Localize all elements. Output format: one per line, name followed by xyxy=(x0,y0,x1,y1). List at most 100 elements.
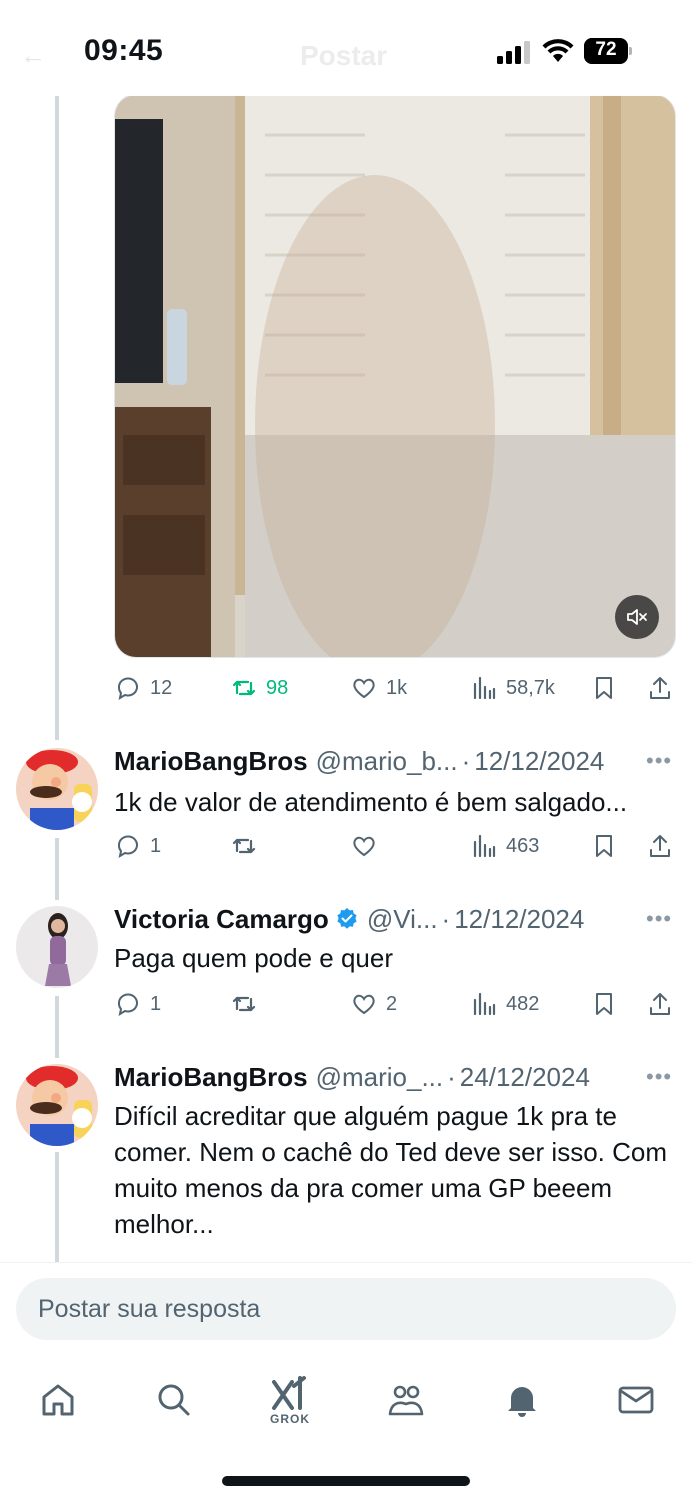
clock: 09:45 xyxy=(84,34,164,67)
reply-tweet[interactable]: MarioBangBros @mario_... · 24/12/2024 ••… xyxy=(0,1060,692,1260)
share-icon xyxy=(650,993,670,1015)
post-actions: 12 98 1k 58,7k xyxy=(114,668,676,708)
battery-icon: 72 xyxy=(584,38,632,64)
analytics-icon xyxy=(473,834,496,858)
analytics-icon xyxy=(473,992,496,1016)
search-icon xyxy=(158,1384,190,1416)
nav-messages[interactable] xyxy=(614,1370,658,1430)
more-options-icon[interactable]: ••• xyxy=(646,1064,672,1090)
bookmark-button[interactable] xyxy=(590,826,618,866)
nav-notifications[interactable] xyxy=(500,1370,544,1430)
reply-icon xyxy=(118,677,138,701)
heart-icon xyxy=(353,836,375,857)
view-count: 482 xyxy=(506,992,540,1015)
repost-count: 98 xyxy=(266,676,289,699)
grok-label: GROK xyxy=(270,1412,310,1426)
like-button[interactable]: 2 xyxy=(350,984,397,1024)
reply-text: Difícil acreditar que alguém pague 1k pr… xyxy=(114,1101,667,1239)
bookmark-icon xyxy=(596,993,612,1015)
repost-icon xyxy=(232,838,256,854)
author-handle[interactable]: @Vi... xyxy=(367,904,438,935)
bookmark-button[interactable] xyxy=(590,668,618,708)
reply-actions: 1 463 xyxy=(114,826,676,866)
more-options-icon[interactable]: ••• xyxy=(646,906,672,932)
like-button[interactable] xyxy=(350,826,378,866)
like-count: 1k xyxy=(386,676,408,699)
reply-count: 12 xyxy=(150,676,173,699)
share-button[interactable] xyxy=(646,668,674,708)
bookmark-button[interactable] xyxy=(590,984,618,1024)
view-count: 58,7k xyxy=(506,676,555,699)
verified-badge-icon xyxy=(337,908,357,929)
back-arrow-icon[interactable]: ← xyxy=(20,40,46,71)
author-name[interactable]: MarioBangBros xyxy=(114,746,308,777)
more-options-icon[interactable]: ••• xyxy=(646,748,672,774)
reply-header: MarioBangBros @mario_... · 24/12/2024 xyxy=(114,1060,634,1094)
separator-dot: · xyxy=(441,903,451,934)
author-handle[interactable]: @mario_b... xyxy=(316,746,458,777)
envelope-icon xyxy=(618,1386,654,1414)
reply-placeholder: Postar sua resposta xyxy=(38,1295,261,1323)
share-button[interactable] xyxy=(646,826,674,866)
timestamp[interactable]: 24/12/2024 xyxy=(460,1062,590,1093)
share-icon xyxy=(650,835,670,857)
reply-icon xyxy=(118,993,138,1017)
battery-percent: 72 xyxy=(595,39,617,60)
repost-button[interactable]: 98 xyxy=(230,668,288,708)
avatar[interactable] xyxy=(16,906,98,988)
communities-icon xyxy=(388,1385,424,1416)
repost-icon xyxy=(232,680,256,696)
separator-dot: · xyxy=(447,1061,456,1092)
post-video[interactable] xyxy=(114,94,676,658)
nav-home[interactable] xyxy=(36,1370,80,1430)
reply-count: 1 xyxy=(150,992,162,1015)
like-count: 2 xyxy=(386,992,398,1015)
reply-count: 1 xyxy=(150,834,162,857)
mute-button[interactable] xyxy=(615,595,659,639)
reply-button[interactable]: 1 xyxy=(114,826,161,866)
share-icon xyxy=(650,677,670,699)
nav-search[interactable] xyxy=(152,1370,196,1430)
heart-icon xyxy=(353,994,375,1015)
reply-button[interactable]: 12 xyxy=(114,668,172,708)
author-name[interactable]: Victoria Camargo xyxy=(114,904,329,935)
reply-header: MarioBangBros @mario_b... · 12/12/2024 xyxy=(114,744,634,778)
muted-speaker-icon xyxy=(627,609,647,625)
view-count: 463 xyxy=(506,834,540,857)
avatar[interactable] xyxy=(16,1064,98,1146)
views-button[interactable]: 482 xyxy=(470,984,539,1024)
avatar[interactable] xyxy=(16,748,98,830)
like-button[interactable]: 1k xyxy=(350,668,407,708)
analytics-icon xyxy=(473,676,496,700)
wifi-icon xyxy=(542,39,574,62)
bookmark-icon xyxy=(596,677,612,699)
views-button[interactable]: 58,7k xyxy=(470,668,555,708)
bell-icon xyxy=(508,1387,536,1417)
author-handle[interactable]: @mario_... xyxy=(316,1062,444,1093)
heart-icon xyxy=(353,678,375,699)
reply-header: Victoria Camargo @Vi... · 12/12/2024 xyxy=(114,902,634,936)
bookmark-icon xyxy=(596,835,612,857)
grok-icon xyxy=(272,1376,306,1410)
views-button[interactable]: 463 xyxy=(470,826,539,866)
status-bar: ← Postar 09:45 72 xyxy=(0,0,692,96)
nav-communities[interactable] xyxy=(384,1370,428,1430)
reply-text: 1k de valor de atendimento é bem salgado… xyxy=(114,787,628,817)
video-thumbnail xyxy=(115,95,675,657)
timestamp[interactable]: 12/12/2024 xyxy=(454,904,584,935)
page-title: Postar xyxy=(300,40,388,71)
home-indicator[interactable] xyxy=(222,1476,470,1486)
repost-button[interactable] xyxy=(230,826,258,866)
reply-composer[interactable]: Postar sua resposta xyxy=(16,1278,676,1340)
reply-text: Paga quem pode e quer xyxy=(114,943,393,973)
home-icon xyxy=(42,1384,74,1416)
repost-icon xyxy=(232,996,256,1012)
reply-icon xyxy=(118,835,138,859)
cellular-signal-icon xyxy=(497,41,530,64)
author-name[interactable]: MarioBangBros xyxy=(114,1062,308,1093)
share-button[interactable] xyxy=(646,984,674,1024)
separator-dot: · xyxy=(461,745,471,776)
repost-button[interactable] xyxy=(230,984,258,1024)
timestamp[interactable]: 12/12/2024 xyxy=(474,746,604,777)
reply-button[interactable]: 1 xyxy=(114,984,161,1024)
